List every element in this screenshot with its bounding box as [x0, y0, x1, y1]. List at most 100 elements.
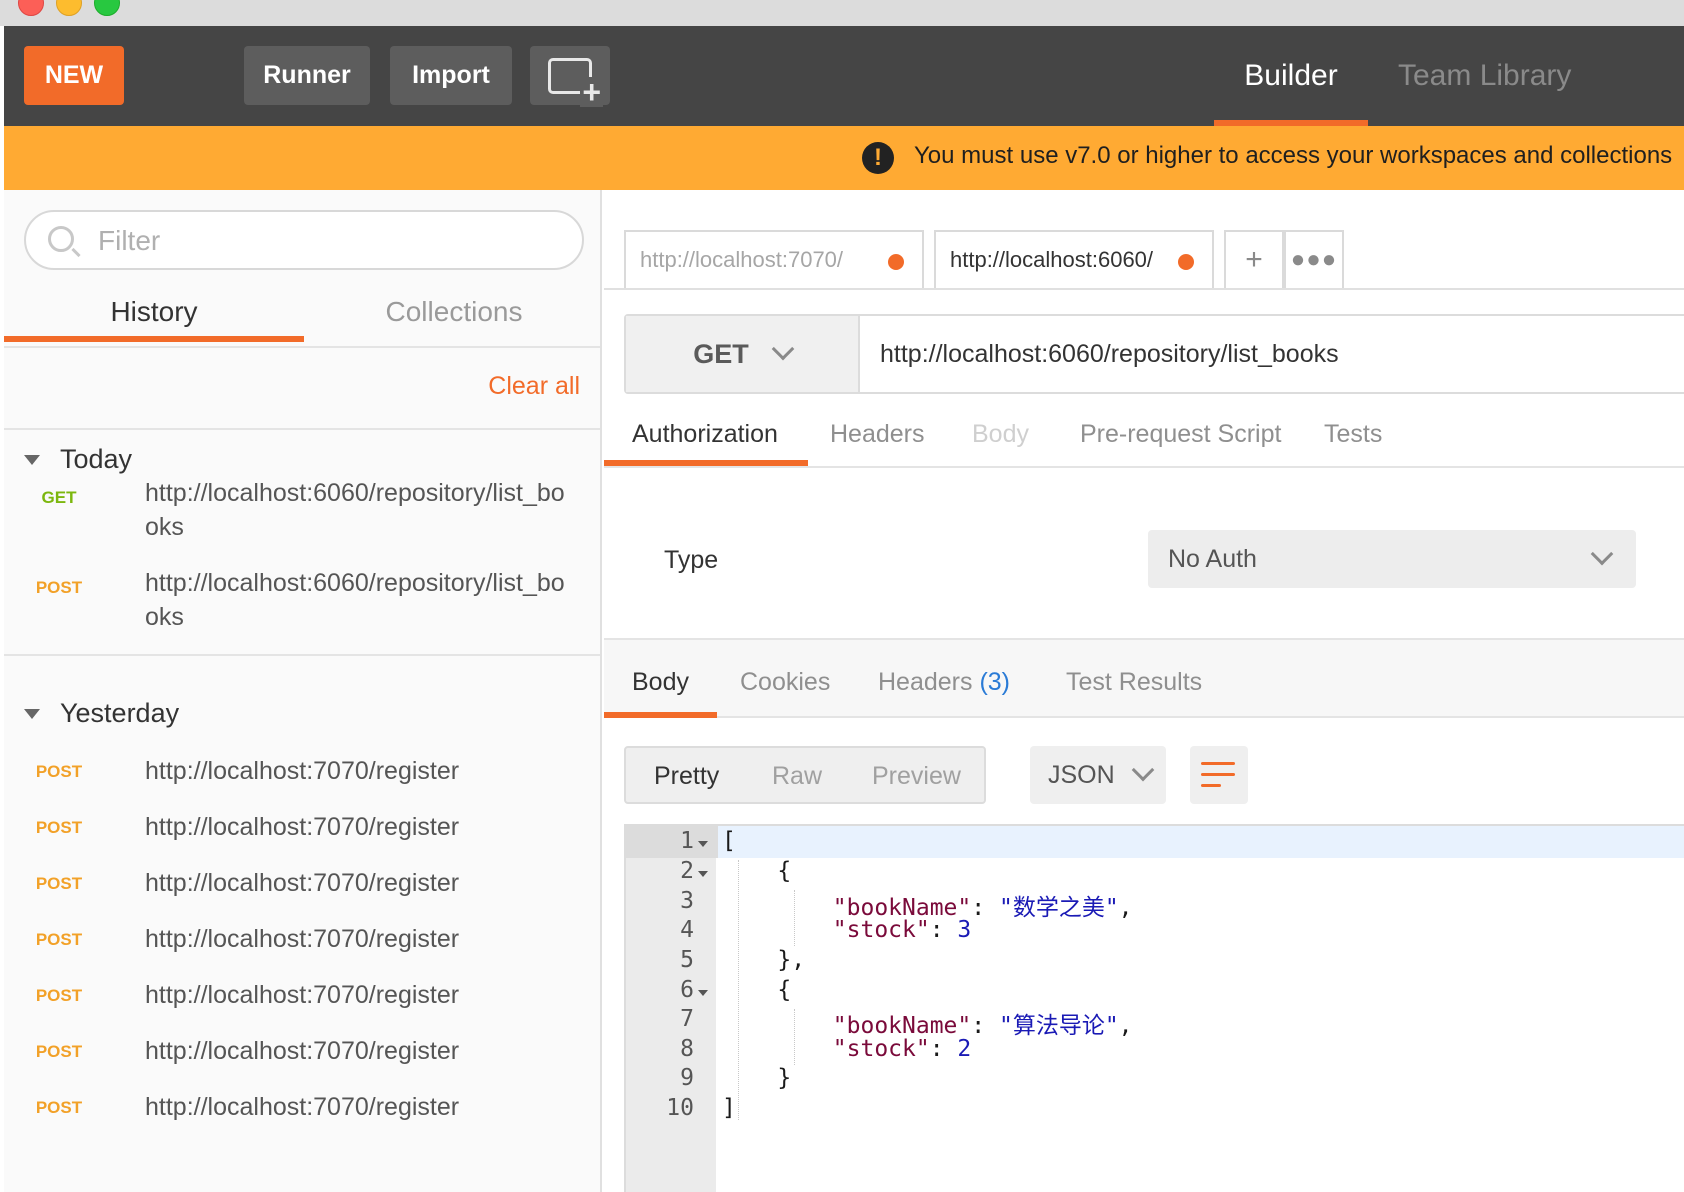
code-line: },	[722, 947, 806, 973]
json-key: "stock"	[832, 917, 930, 943]
tab-history[interactable]: History	[4, 286, 304, 342]
divider	[4, 428, 600, 430]
code-line: }	[722, 1065, 792, 1091]
import-button[interactable]: Import	[390, 46, 512, 105]
fold-arrow-icon[interactable]	[698, 871, 708, 877]
line-number: 2	[680, 858, 694, 884]
active-line-highlight	[718, 826, 1684, 858]
json-number: 3	[957, 917, 972, 943]
window-titlebar	[0, 0, 1684, 26]
code-line: "stock": 2	[832, 1036, 972, 1062]
tab-cookies[interactable]: Cookies	[740, 668, 830, 718]
line-number: 1	[680, 828, 694, 854]
json-key: "stock"	[832, 1036, 930, 1062]
new-window-button[interactable]	[530, 46, 610, 107]
request-tab[interactable]: http://localhost:7070/	[624, 230, 924, 288]
tab-tests[interactable]: Tests	[1324, 418, 1382, 466]
auth-type-select[interactable]: No Auth	[1148, 530, 1636, 588]
request-tab-active[interactable]: http://localhost:6060/	[934, 230, 1214, 288]
group-title: Yesterday	[60, 698, 180, 728]
history-url: http://localhost:7070/register	[145, 1093, 460, 1121]
history-url: http://localhost:7070/register	[145, 813, 460, 841]
more-tabs-button[interactable]: ●●●	[1284, 230, 1344, 288]
code-line: [	[722, 828, 736, 854]
code-line: {	[722, 858, 792, 884]
tab-pre-request-script[interactable]: Pre-request Script	[1080, 418, 1281, 466]
banner-text: You must use v7.0 or higher to access yo…	[914, 142, 1673, 169]
exclamation-icon: !	[862, 142, 894, 174]
response-tabs: Body Cookies Headers (3) Test Results	[604, 638, 1684, 718]
format-value: JSON	[1048, 760, 1115, 789]
json-string: "数学之美"	[998, 895, 1119, 921]
code-line: {	[722, 977, 792, 1003]
tab-headers[interactable]: Headers	[830, 418, 925, 466]
tab-test-results[interactable]: Test Results	[1066, 668, 1202, 718]
history-url: http://localhost:6060/repository/list_bo…	[145, 479, 565, 541]
method-value: GET	[693, 338, 749, 369]
tab-response-headers[interactable]: Headers (3)	[878, 668, 1010, 718]
view-preview[interactable]: Preview	[872, 762, 961, 791]
divider	[604, 288, 1684, 290]
request-tab-label: http://localhost:7070/	[640, 247, 844, 272]
wrap-lines-icon	[1201, 762, 1235, 765]
maximize-window-icon[interactable]	[94, 0, 120, 16]
format-select[interactable]: JSON	[1030, 746, 1166, 804]
history-url: http://localhost:7070/register	[145, 1037, 460, 1065]
runner-button[interactable]: Runner	[244, 46, 370, 105]
divider	[4, 654, 600, 656]
json-number: 2	[957, 1036, 972, 1062]
method-badge: POST	[35, 578, 83, 597]
method-badge: POST	[35, 930, 83, 949]
minimize-window-icon[interactable]	[56, 0, 82, 16]
tab-body[interactable]: Body	[972, 418, 1029, 466]
chevron-down-icon	[1131, 758, 1155, 782]
history-url: http://localhost:7070/register	[145, 981, 460, 1009]
tab-builder[interactable]: Builder	[1214, 26, 1368, 126]
clear-all-link[interactable]: Clear all	[488, 372, 580, 401]
url-bar: GET	[624, 314, 1684, 394]
chevron-down-icon	[1590, 542, 1614, 566]
method-badge: POST	[35, 1098, 83, 1117]
code-line: ]	[722, 1095, 736, 1121]
fold-arrow-icon[interactable]	[698, 841, 708, 847]
tab-authorization[interactable]: Authorization	[604, 418, 808, 466]
wrap-lines-icon	[1201, 773, 1235, 776]
line-number: 8	[680, 1036, 694, 1062]
collapse-caret-icon	[24, 454, 40, 465]
new-tab-button[interactable]: +	[1224, 230, 1284, 288]
line-number: 7	[680, 1006, 694, 1032]
line-number: 6	[680, 977, 694, 1003]
tab-collections[interactable]: Collections	[304, 286, 604, 338]
method-badge: POST	[35, 986, 83, 1005]
tab-response-body[interactable]: Body	[604, 668, 717, 718]
history-url: http://localhost:7070/register	[145, 925, 460, 953]
new-window-icon	[548, 57, 603, 107]
code-line: "bookName": "算法导论",	[832, 1013, 1133, 1039]
top-toolbar: NEW Runner Import Builder Team Library	[4, 26, 1684, 1192]
response-body-editor[interactable]: 1 2 3 4 5 6 7 8 9 10 [ { "bookName": "数学…	[624, 824, 1684, 1192]
close-window-icon[interactable]	[18, 0, 44, 16]
wrap-lines-icon	[1201, 784, 1221, 787]
line-number: 10	[666, 1095, 694, 1121]
tab-team-library[interactable]: Team Library	[1398, 26, 1571, 126]
plus-icon: +	[1245, 243, 1263, 276]
view-pretty[interactable]: Pretty	[654, 762, 719, 791]
view-mode-switch: Pretty Raw Preview	[624, 746, 986, 804]
wrap-lines-button[interactable]	[1190, 746, 1248, 804]
sidebar: History Collections Clear all Today GET …	[4, 190, 602, 1192]
url-input[interactable]	[880, 336, 1680, 372]
method-badge: POST	[35, 1042, 83, 1061]
fold-arrow-icon[interactable]	[698, 990, 708, 996]
filter-input[interactable]	[98, 224, 558, 258]
headers-label: Headers	[878, 668, 973, 696]
history-group-yesterday[interactable]: Yesterday	[24, 698, 179, 729]
divider	[4, 346, 600, 348]
filter-box	[24, 210, 584, 270]
history-group-today[interactable]: Today	[24, 444, 132, 475]
auth-type-value: No Auth	[1168, 544, 1257, 573]
new-button[interactable]: NEW	[24, 46, 124, 105]
method-select[interactable]: GET	[626, 316, 860, 392]
auth-type-label: Type	[664, 546, 719, 574]
collapse-caret-icon	[24, 708, 40, 719]
view-raw[interactable]: Raw	[772, 762, 822, 791]
